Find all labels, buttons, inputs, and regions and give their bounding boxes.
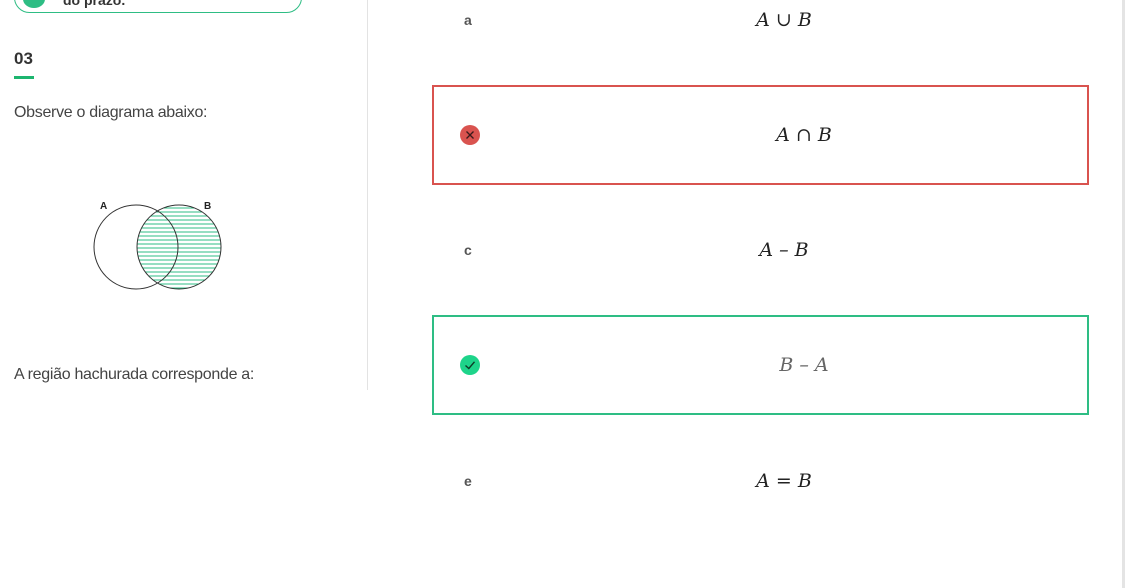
question-number-underline xyxy=(14,76,34,79)
option-d[interactable]: B – A xyxy=(432,315,1089,415)
option-letter: c xyxy=(464,242,472,258)
notice-text: do prazo. xyxy=(63,0,126,8)
option-expression: A = B xyxy=(756,470,812,492)
column-divider xyxy=(367,0,368,390)
option-letter: e xyxy=(464,473,472,489)
venn-diagram: A B xyxy=(93,201,222,290)
question-number: 03 xyxy=(14,49,33,68)
option-expression: B – A xyxy=(779,354,829,376)
question-prompt: Observe o diagrama abaixo: xyxy=(14,104,208,121)
deadline-notice: do prazo. xyxy=(14,0,302,13)
option-letter: a xyxy=(464,12,472,28)
option-a[interactable]: a A ∪ B xyxy=(432,0,1089,70)
x-circle-icon xyxy=(460,125,480,145)
option-expression: A ∪ B xyxy=(756,9,812,31)
option-b[interactable]: A ∩ B xyxy=(432,85,1089,185)
check-circle-icon xyxy=(460,355,480,375)
circle-a-label: A xyxy=(100,201,107,212)
circle-b-label: B xyxy=(204,201,211,212)
option-expression: A ∩ B xyxy=(776,124,832,146)
option-e[interactable]: e A = B xyxy=(432,431,1089,531)
question-text: A região hachurada corresponde a: xyxy=(14,366,255,383)
hatched-region-b xyxy=(137,205,221,289)
option-expression: A – B xyxy=(759,239,809,261)
notice-icon xyxy=(23,0,45,8)
option-c[interactable]: c A – B xyxy=(432,200,1089,300)
